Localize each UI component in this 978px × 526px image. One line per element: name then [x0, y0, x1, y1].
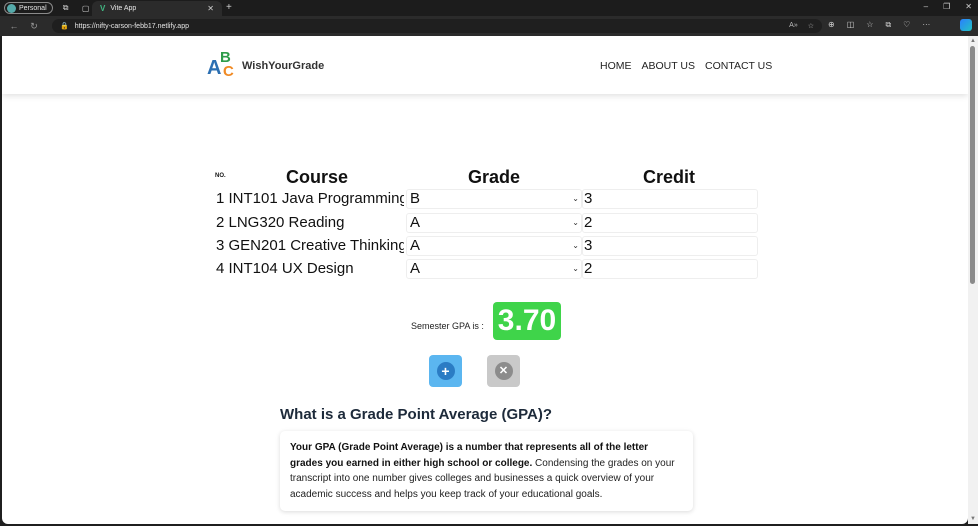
course-name: 3 GEN201 Creative Thinking: [216, 237, 404, 254]
course-name: 2 LNG320 Reading: [216, 214, 345, 231]
site-header: A B C WishYourGrade HOME ABOUT US CONTAC…: [2, 36, 968, 94]
grade-select[interactable]: A ⌄: [406, 236, 582, 256]
credit-column-header: Credit: [643, 167, 696, 187]
profile-avatar-icon: [7, 3, 16, 13]
copilot-icon[interactable]: [960, 19, 972, 31]
page-scrollbar[interactable]: ▲ ▼: [968, 36, 978, 524]
gpa-label: Semester GPA is :: [411, 321, 484, 331]
tab-title: Vite App: [110, 5, 137, 12]
close-window-icon[interactable]: ✕: [965, 2, 972, 11]
close-icon: ✕: [494, 362, 513, 380]
credit-input[interactable]: 3: [582, 189, 758, 209]
read-aloud-icon[interactable]: A»: [789, 22, 798, 30]
profile-button[interactable]: Personal: [4, 2, 53, 14]
web-page: A B C WishYourGrade HOME ABOUT US CONTAC…: [2, 36, 968, 524]
lock-icon[interactable]: 🔒: [60, 22, 69, 30]
gpa-value-badge: 3.70: [493, 302, 561, 340]
grade-column-header: Grade: [468, 167, 521, 187]
grade-value: A: [410, 237, 421, 254]
gpa-info-title: What is a Grade Point Average (GPA)?: [280, 406, 552, 423]
favorites-icon[interactable]: ☆: [866, 20, 873, 30]
split-screen-icon[interactable]: ◫: [847, 20, 855, 30]
tab-close-icon[interactable]: ✕: [207, 4, 214, 13]
scroll-up-icon[interactable]: ▲: [970, 38, 976, 44]
window-controls: – ❐ ✕: [924, 2, 972, 11]
favorite-star-icon[interactable]: ☆: [808, 22, 814, 30]
browser-toolbar: ← ↻ 🔒 https://nifty-carson-febb17.netlif…: [0, 16, 978, 36]
chevron-down-icon: ⌄: [572, 194, 579, 203]
address-bar[interactable]: 🔒 https://nifty-carson-febb17.netlify.ap…: [52, 19, 822, 33]
nav-contact-us[interactable]: CONTACT US: [705, 60, 772, 72]
grade-value: B: [410, 190, 421, 207]
grade-select[interactable]: A ⌄: [406, 259, 582, 279]
credit-input[interactable]: 2: [582, 213, 758, 233]
course-column-header: Course: [286, 167, 349, 187]
course-name: 1 INT101 Java Programming: [216, 190, 404, 207]
browser-titlebar: Personal ⧉ ▢ V Vite App ✕ + – ❐ ✕: [0, 0, 978, 16]
nav-home[interactable]: HOME: [600, 60, 632, 72]
credit-input[interactable]: 2: [582, 259, 758, 279]
chevron-down-icon: ⌄: [572, 241, 579, 250]
refresh-icon[interactable]: ↻: [28, 21, 40, 32]
credit-input[interactable]: 3: [582, 236, 758, 256]
url-text: https://nifty-carson-febb17.netlify.app: [74, 22, 189, 30]
grade-select[interactable]: A ⌄: [406, 213, 582, 233]
site-logo[interactable]: A B C: [207, 49, 237, 80]
brand-name[interactable]: WishYourGrade: [242, 60, 324, 72]
main-nav: HOME ABOUT US CONTACT US: [600, 60, 772, 72]
grade-select[interactable]: B ⌄: [406, 189, 582, 209]
nav-about-us[interactable]: ABOUT US: [642, 60, 695, 72]
course-name: 4 INT104 UX Design: [216, 260, 354, 277]
no-column-header: NO.: [215, 173, 226, 179]
browser-essentials-icon[interactable]: ♡: [903, 20, 910, 30]
collections-icon[interactable]: ⧉: [885, 20, 891, 30]
logo-letter-c: C: [223, 63, 234, 80]
back-icon[interactable]: ←: [8, 21, 20, 31]
scrollbar-thumb[interactable]: [970, 46, 975, 284]
scroll-down-icon[interactable]: ▼: [970, 516, 976, 522]
grade-value: A: [410, 260, 421, 277]
grade-value: A: [410, 214, 421, 231]
add-course-button[interactable]: +: [429, 355, 462, 387]
toolbar-icons: ⊕ ◫ ☆ ⧉ ♡ ···: [828, 20, 930, 30]
minimize-icon[interactable]: –: [924, 2, 928, 11]
chevron-down-icon: ⌄: [572, 218, 579, 227]
restore-icon[interactable]: ❐: [943, 2, 950, 11]
more-menu-icon[interactable]: ···: [922, 20, 930, 30]
extensions-icon[interactable]: ⊕: [828, 20, 835, 30]
remove-course-button[interactable]: ✕: [487, 355, 520, 387]
plus-icon: +: [436, 362, 455, 380]
workspaces-icon[interactable]: ⧉: [59, 1, 73, 15]
vite-favicon-icon: V: [100, 4, 106, 13]
browser-tab[interactable]: V Vite App ✕: [92, 1, 222, 16]
new-tab-button[interactable]: +: [226, 2, 232, 13]
chevron-down-icon: ⌄: [572, 264, 579, 273]
profile-label: Personal: [19, 4, 47, 12]
gpa-info-card: Your GPA (Grade Point Average) is a numb…: [280, 431, 693, 511]
tab-actions-icon[interactable]: ▢: [79, 1, 93, 15]
